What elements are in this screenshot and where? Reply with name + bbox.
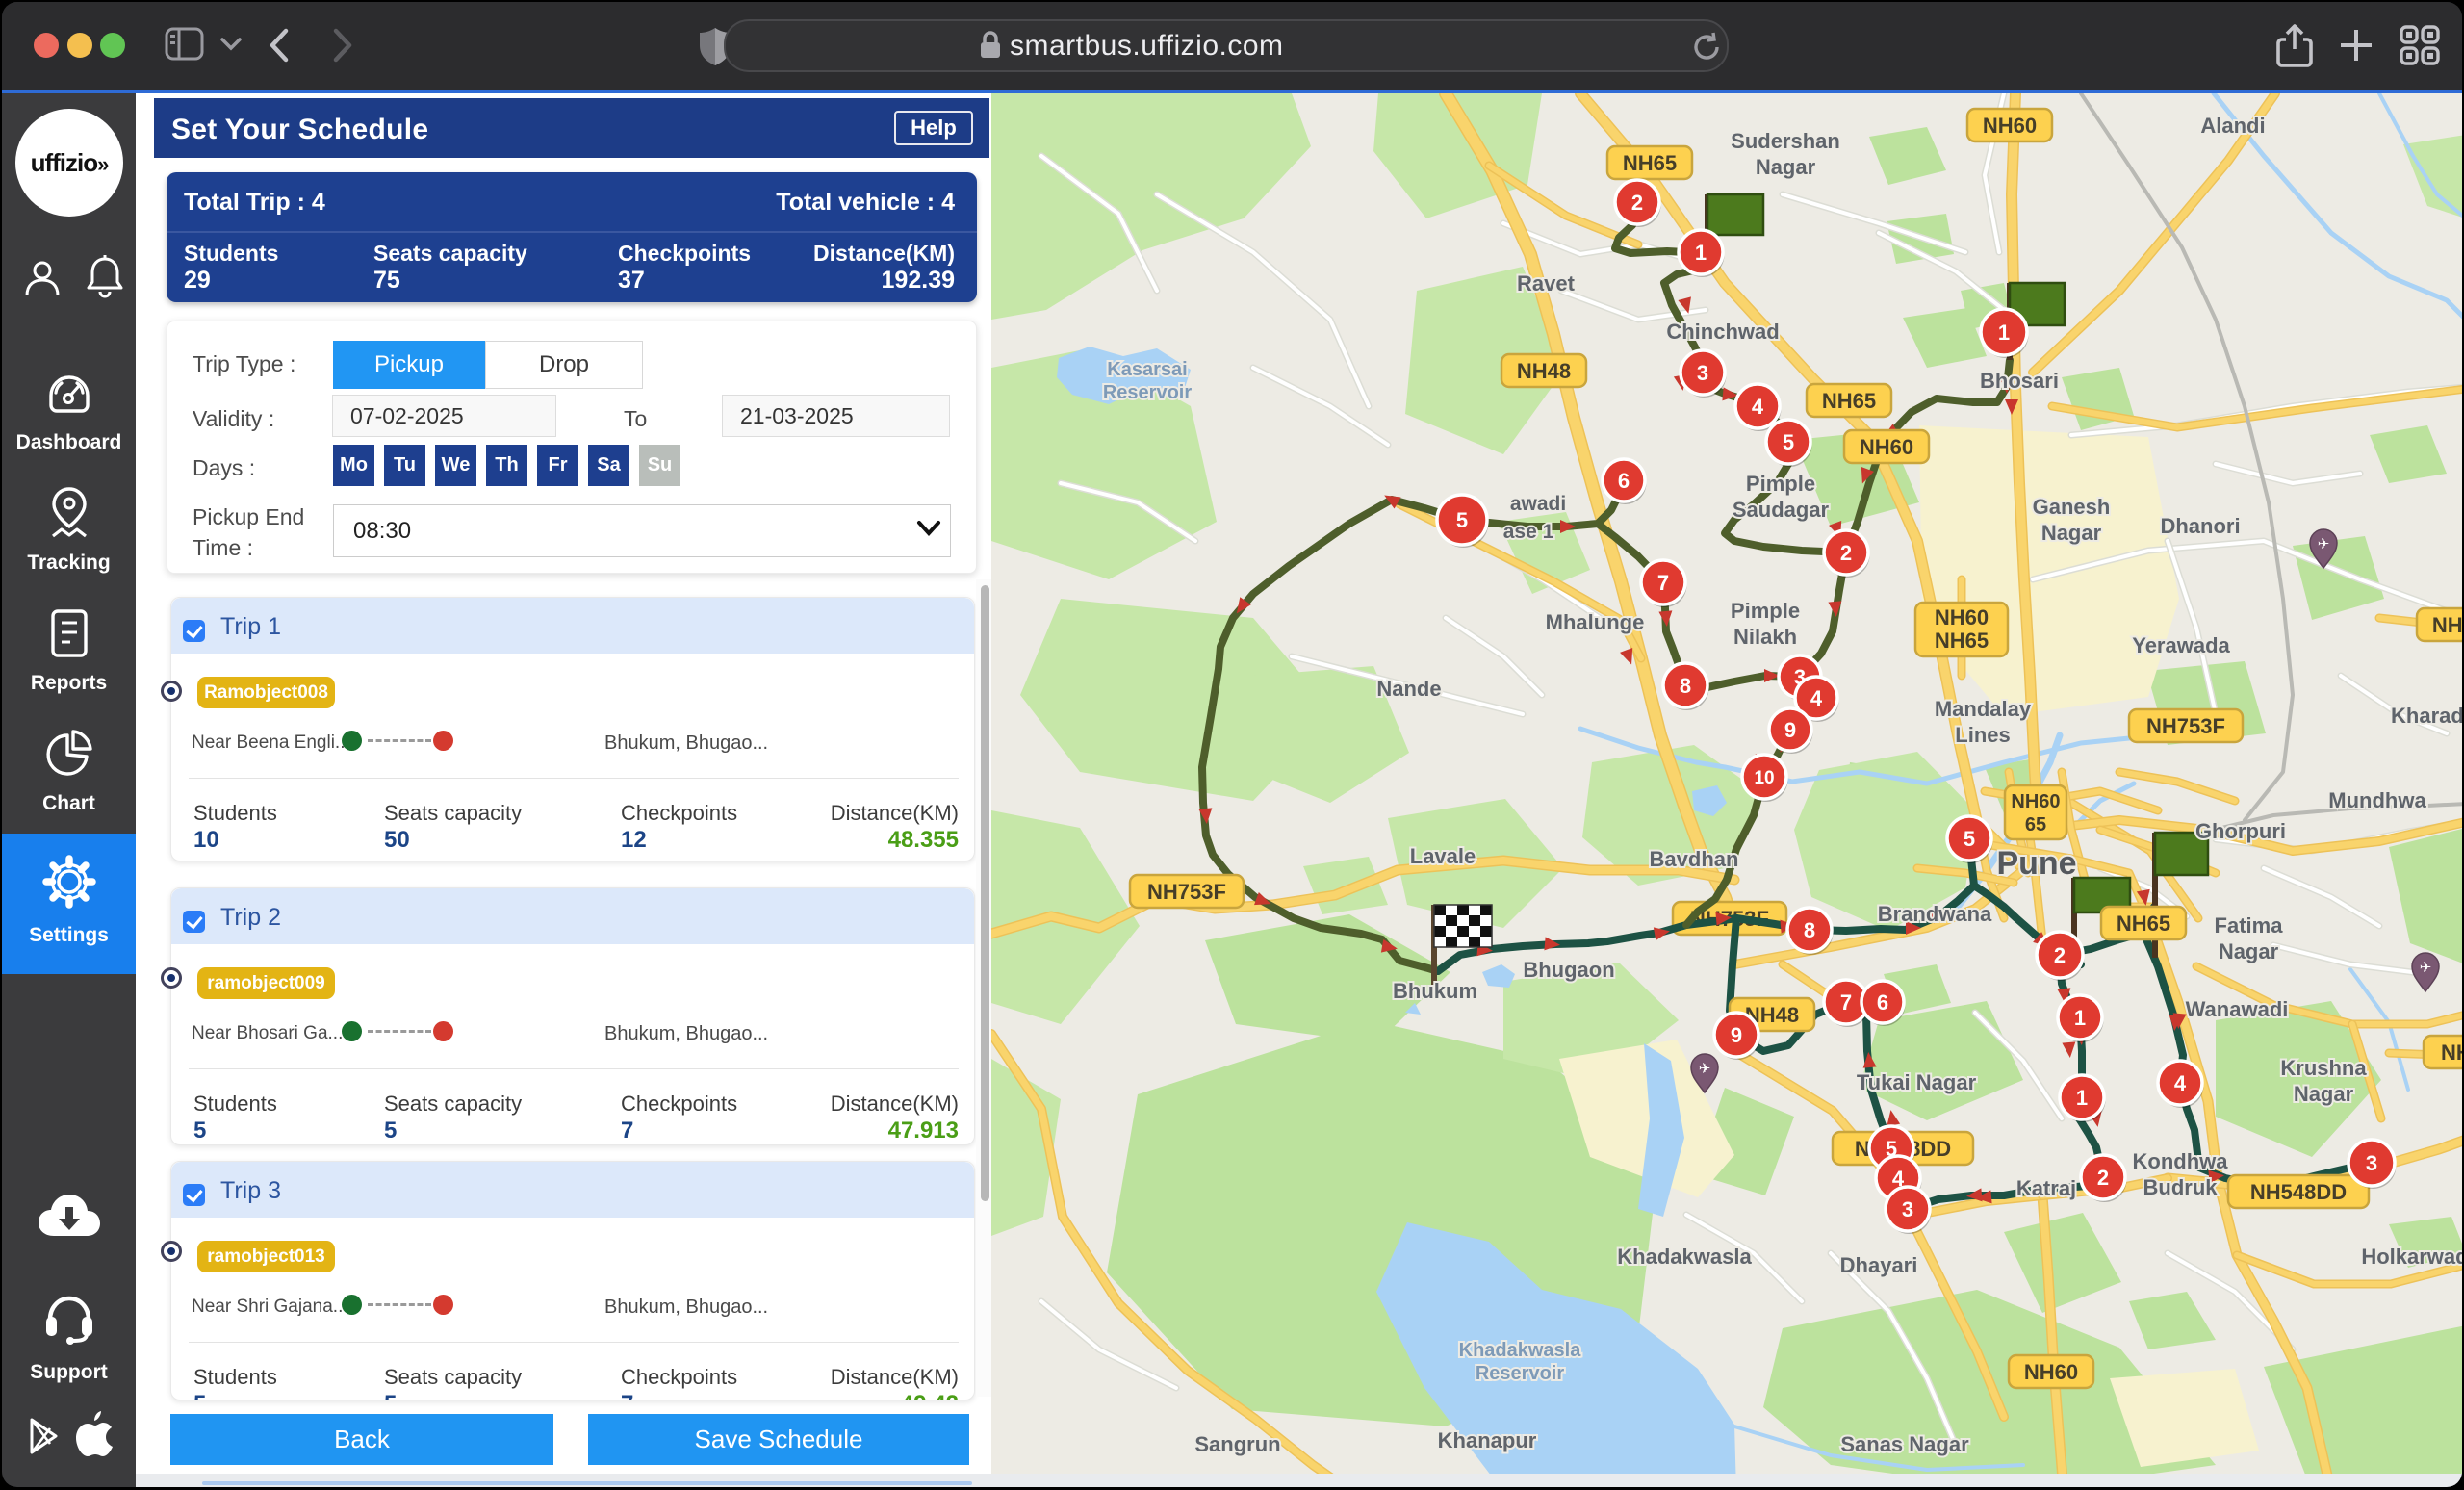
svg-text:Sangrun: Sangrun xyxy=(1194,1432,1280,1456)
svg-text:Ganesh: Ganesh xyxy=(2033,495,2111,519)
svg-text:Nilakh: Nilakh xyxy=(1733,625,1797,649)
svg-text:Dhayari: Dhayari xyxy=(1840,1253,1918,1277)
svg-text:Lines: Lines xyxy=(1955,723,2010,747)
svg-text:7: 7 xyxy=(1840,990,1852,1015)
svg-text:Khanapur: Khanapur xyxy=(1438,1428,1537,1452)
svg-text:NH60: NH60 xyxy=(2432,613,2462,637)
svg-text:Mhalunge: Mhalunge xyxy=(1546,610,1645,634)
svg-text:Wanawadi: Wanawadi xyxy=(2186,997,2289,1021)
svg-text:Kharadi: Kharadi xyxy=(2391,704,2462,728)
svg-text:Nande: Nande xyxy=(1376,677,1441,701)
svg-text:Tukai Nagar: Tukai Nagar xyxy=(1857,1070,1977,1094)
svg-text:3: 3 xyxy=(1697,361,1708,385)
svg-text:Yerawada: Yerawada xyxy=(2132,633,2230,657)
svg-text:4: 4 xyxy=(1752,395,1764,419)
svg-text:NH6: NH6 xyxy=(2441,1040,2462,1065)
svg-text:NH753F: NH753F xyxy=(2146,714,2225,738)
svg-text:NH48: NH48 xyxy=(1517,359,1571,383)
svg-text:✈: ✈ xyxy=(2420,960,2432,976)
svg-text:Reservoir: Reservoir xyxy=(1476,1363,1564,1384)
svg-text:1: 1 xyxy=(2074,1006,2086,1030)
svg-text:2: 2 xyxy=(2097,1166,2109,1190)
svg-text:NH60: NH60 xyxy=(1983,114,2037,138)
svg-text:NH60: NH60 xyxy=(1935,605,1989,629)
svg-text:Pune: Pune xyxy=(1996,845,2076,882)
svg-text:Dhanori: Dhanori xyxy=(2160,514,2240,538)
svg-text:Khadakwasla: Khadakwasla xyxy=(1459,1340,1582,1361)
svg-text:Ghorpuri: Ghorpuri xyxy=(2195,819,2286,843)
svg-text:Krushna: Krushna xyxy=(2280,1056,2367,1080)
svg-text:✈: ✈ xyxy=(2318,536,2330,552)
svg-text:Katraj: Katraj xyxy=(2016,1176,2076,1200)
svg-text:Nagar: Nagar xyxy=(2219,939,2279,963)
svg-text:NH65: NH65 xyxy=(2117,912,2170,936)
svg-text:4: 4 xyxy=(1810,686,1823,710)
svg-text:2: 2 xyxy=(2054,943,2066,967)
svg-text:8: 8 xyxy=(1680,674,1691,698)
svg-text:Sanas Nagar: Sanas Nagar xyxy=(1840,1432,1969,1456)
svg-text:Budruk: Budruk xyxy=(2143,1175,2219,1199)
svg-text:NH548DD: NH548DD xyxy=(2250,1180,2347,1204)
svg-text:1: 1 xyxy=(1695,241,1707,265)
svg-text:ase 1: ase 1 xyxy=(1503,521,1554,543)
svg-text:Kondhwa: Kondhwa xyxy=(2133,1149,2229,1173)
svg-text:3: 3 xyxy=(1902,1197,1913,1221)
svg-text:1: 1 xyxy=(2076,1086,2088,1110)
svg-text:Fatima: Fatima xyxy=(2215,913,2284,938)
svg-text:Mundhwa: Mundhwa xyxy=(2328,788,2426,812)
svg-text:Lavale: Lavale xyxy=(1410,844,1476,868)
svg-text:Pimple: Pimple xyxy=(1731,599,1800,623)
svg-text:65: 65 xyxy=(2025,814,2046,835)
svg-text:NH60: NH60 xyxy=(2024,1360,2078,1384)
svg-text:8: 8 xyxy=(1804,918,1815,942)
svg-text:9: 9 xyxy=(1731,1023,1742,1047)
svg-text:Kasarsai: Kasarsai xyxy=(1107,359,1187,380)
svg-text:6: 6 xyxy=(1618,469,1630,493)
svg-text:NH753F: NH753F xyxy=(1147,880,1226,904)
svg-text:✈: ✈ xyxy=(1699,1061,1711,1077)
svg-text:6: 6 xyxy=(1877,990,1888,1015)
svg-text:2: 2 xyxy=(1840,541,1852,565)
svg-text:Mandalay: Mandalay xyxy=(1935,697,2032,721)
svg-text:Chinchwad: Chinchwad xyxy=(1666,320,1779,344)
svg-text:10: 10 xyxy=(1754,768,1774,788)
svg-text:5: 5 xyxy=(1783,430,1794,454)
svg-text:NH60: NH60 xyxy=(1860,435,1913,459)
svg-text:Saudagar: Saudagar xyxy=(1732,498,1830,522)
svg-text:Nagar: Nagar xyxy=(2041,521,2102,545)
svg-text:NH60: NH60 xyxy=(2011,791,2060,812)
svg-text:Bavdhan: Bavdhan xyxy=(1650,847,1739,871)
svg-text:1: 1 xyxy=(1998,321,2010,345)
svg-text:9: 9 xyxy=(1784,718,1796,742)
svg-text:Bhugaon: Bhugaon xyxy=(1523,958,1614,982)
svg-text:Sudershan: Sudershan xyxy=(1731,129,1840,153)
svg-text:3: 3 xyxy=(2366,1151,2377,1175)
svg-text:Brandwana: Brandwana xyxy=(1878,902,1992,926)
svg-text:NH65: NH65 xyxy=(1935,629,1989,653)
svg-text:2: 2 xyxy=(1631,191,1643,215)
svg-text:7: 7 xyxy=(1657,571,1669,595)
svg-text:awadi: awadi xyxy=(1510,493,1566,515)
svg-text:NH65: NH65 xyxy=(1623,151,1677,175)
svg-text:Khadakwasla: Khadakwasla xyxy=(1617,1245,1752,1269)
svg-text:Ravet: Ravet xyxy=(1517,271,1576,295)
svg-text:5: 5 xyxy=(1964,827,1975,851)
svg-text:5: 5 xyxy=(1456,508,1468,532)
svg-text:Bhosari: Bhosari xyxy=(1980,369,2059,393)
svg-text:Nagar: Nagar xyxy=(1756,155,1816,179)
svg-text:NH65: NH65 xyxy=(1822,389,1876,413)
svg-text:Holkarwadi: Holkarwadi xyxy=(2361,1245,2462,1269)
svg-text:Bhukum: Bhukum xyxy=(1393,979,1477,1003)
svg-text:4: 4 xyxy=(2174,1071,2187,1095)
svg-text:Alandi: Alandi xyxy=(2200,114,2265,138)
svg-text:Nagar: Nagar xyxy=(2294,1082,2354,1106)
svg-text:Pimple: Pimple xyxy=(1746,472,1815,496)
svg-text:Reservoir: Reservoir xyxy=(1103,382,1192,403)
